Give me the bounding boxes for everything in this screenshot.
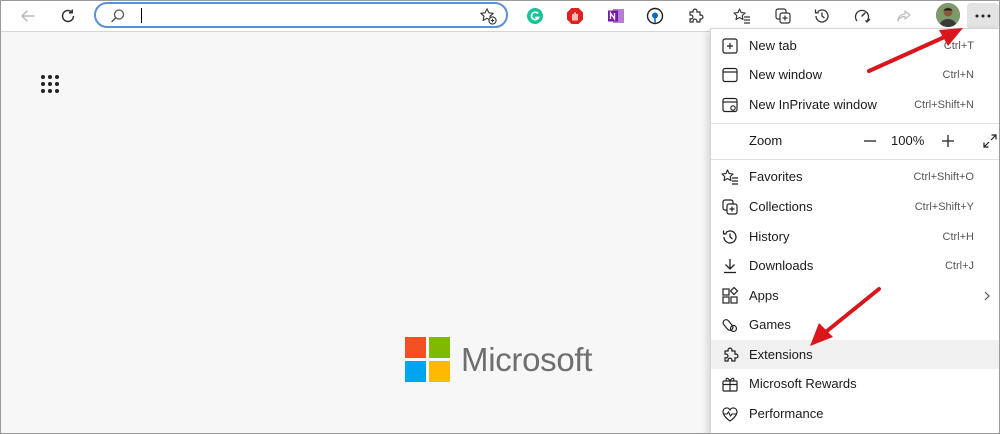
settings-menu: New tab Ctrl+T New window Ctrl+N New InP… [710,28,999,433]
avatar[interactable] [936,3,960,27]
extensions-icon [721,346,739,364]
grammarly-icon[interactable] [522,3,548,29]
apps-icon [721,287,739,305]
address-input[interactable] [146,6,466,25]
back-arrow-icon[interactable] [15,3,41,29]
menu-item-label: Games [749,317,791,332]
menu-item-shortcut: Ctrl+Shift+N [914,98,974,111]
menu-item-microsoft-rewards[interactable]: Microsoft Rewards [711,369,999,398]
menu-item-downloads[interactable]: Downloads Ctrl+J [711,251,999,280]
pinned-extension-icon[interactable] [642,3,668,29]
logo-square-red [405,337,426,358]
menu-item-label: Collections [749,199,813,214]
menu-item-label: Apps [749,288,779,303]
menu-item-apps[interactable]: Apps [711,281,999,310]
menu-item-label: New tab [749,38,797,53]
menu-item-label: Favorites [749,169,803,184]
more-menu-button[interactable] [967,3,999,29]
menu-item-shortcut: Ctrl+N [942,68,974,81]
zoom-out-button[interactable] [859,131,881,151]
menu-divider [711,159,999,160]
menu-item-new-window[interactable]: New window Ctrl+N [711,60,999,89]
adblock-icon[interactable] [562,3,588,29]
rewards-icon [721,375,739,393]
logo-square-blue [405,361,426,382]
share-icon[interactable] [891,3,917,29]
menu-item-history[interactable]: History Ctrl+H [711,222,999,251]
browser-window: Microsoft New tab Ctrl+T New window Ctrl… [0,0,1000,434]
zoom-in-button[interactable] [937,131,959,151]
download-icon [721,257,739,275]
collections-icon[interactable] [770,3,796,29]
menu-item-collections[interactable]: Collections Ctrl+Shift+Y [711,192,999,221]
address-bar[interactable] [94,2,508,28]
collections-icon [721,198,739,216]
search-icon [110,8,126,29]
performance-icon [721,405,739,423]
microsoft-logo: Microsoft [405,337,592,382]
text-caret [141,8,142,23]
new-tab-icon [721,37,739,55]
logo-square-green [429,337,450,358]
app-launcher-icon[interactable] [41,75,59,93]
new-window-icon [721,66,739,84]
menu-item-shortcut: Ctrl+H [942,230,974,243]
history-icon[interactable] [809,3,835,29]
menu-item-label: Extensions [749,347,813,362]
menu-item-shortcut: Ctrl+T [943,39,974,52]
puzzle-extensions-icon[interactable] [682,3,708,29]
performance-icon[interactable] [849,3,875,29]
zoom-row: Zoom 100% [711,126,999,156]
games-icon [721,316,739,334]
menu-item-shortcut: Ctrl+Shift+Y [914,200,974,213]
menu-item-label: New window [749,67,822,82]
menu-item-shortcut: Ctrl+J [944,259,974,272]
menu-item-performance[interactable]: Performance [711,399,999,428]
history-icon [721,228,739,246]
menu-item-extensions[interactable]: Extensions [711,340,999,369]
menu-item-shortcut: Ctrl+Shift+O [913,170,974,183]
menu-item-new-tab[interactable]: New tab Ctrl+T [711,31,999,60]
menu-item-label: New InPrivate window [749,97,877,112]
menu-divider [711,123,999,124]
menu-item-label: Performance [749,406,824,421]
favorites-icon [721,168,739,186]
onenote-icon[interactable] [603,3,629,29]
menu-item-games[interactable]: Games [711,310,999,339]
menu-item-favorites[interactable]: Favorites Ctrl+Shift+O [711,162,999,191]
zoom-level: 100% [891,133,925,148]
zoom-label: Zoom [749,133,783,148]
chevron-right-icon [982,289,992,307]
favorites-icon[interactable] [729,3,755,29]
star-plus-icon[interactable] [479,7,497,30]
inprivate-icon [721,96,739,114]
refresh-icon[interactable] [55,3,81,29]
menu-item-label: Downloads [749,258,814,273]
logo-square-yellow [429,361,450,382]
microsoft-logo-squares [405,337,450,382]
menu-item-label: Microsoft Rewards [749,376,857,391]
menu-item-new-inprivate-window[interactable]: New InPrivate window Ctrl+Shift+N [711,90,999,119]
logo-wordmark: Microsoft [461,341,593,378]
ellipsis-icon [975,14,991,18]
fullscreen-icon[interactable] [979,131,999,151]
menu-item-label: History [749,229,790,244]
